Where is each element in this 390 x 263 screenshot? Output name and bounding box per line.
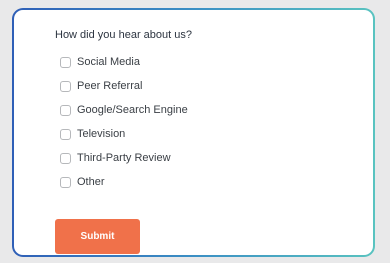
question-label: How did you hear about us? xyxy=(55,29,192,41)
other-checkbox[interactable] xyxy=(60,176,71,188)
option-label: Television xyxy=(77,128,126,140)
option-label: Social Media xyxy=(77,56,140,68)
option-label: Google/Search Engine xyxy=(77,104,188,116)
option-social-media[interactable]: Social Media xyxy=(60,54,140,70)
option-television[interactable]: Television xyxy=(60,126,125,142)
submit-button[interactable]: Submit xyxy=(55,219,140,254)
television-checkbox[interactable] xyxy=(60,128,71,140)
survey-card: How did you hear about us? Social Media … xyxy=(12,8,375,257)
option-label: Other xyxy=(77,176,105,188)
peer-referral-checkbox[interactable] xyxy=(60,80,71,92)
option-google-search-engine[interactable]: Google/Search Engine xyxy=(60,102,188,118)
option-third-party-review[interactable]: Third-Party Review xyxy=(60,150,171,166)
third-party-review-checkbox[interactable] xyxy=(60,152,71,164)
option-label: Peer Referral xyxy=(77,80,143,92)
social-media-checkbox[interactable] xyxy=(60,56,71,68)
option-peer-referral[interactable]: Peer Referral xyxy=(60,78,142,94)
option-other[interactable]: Other xyxy=(60,174,105,190)
option-label: Third-Party Review xyxy=(77,152,171,164)
google-search-engine-checkbox[interactable] xyxy=(60,104,71,116)
